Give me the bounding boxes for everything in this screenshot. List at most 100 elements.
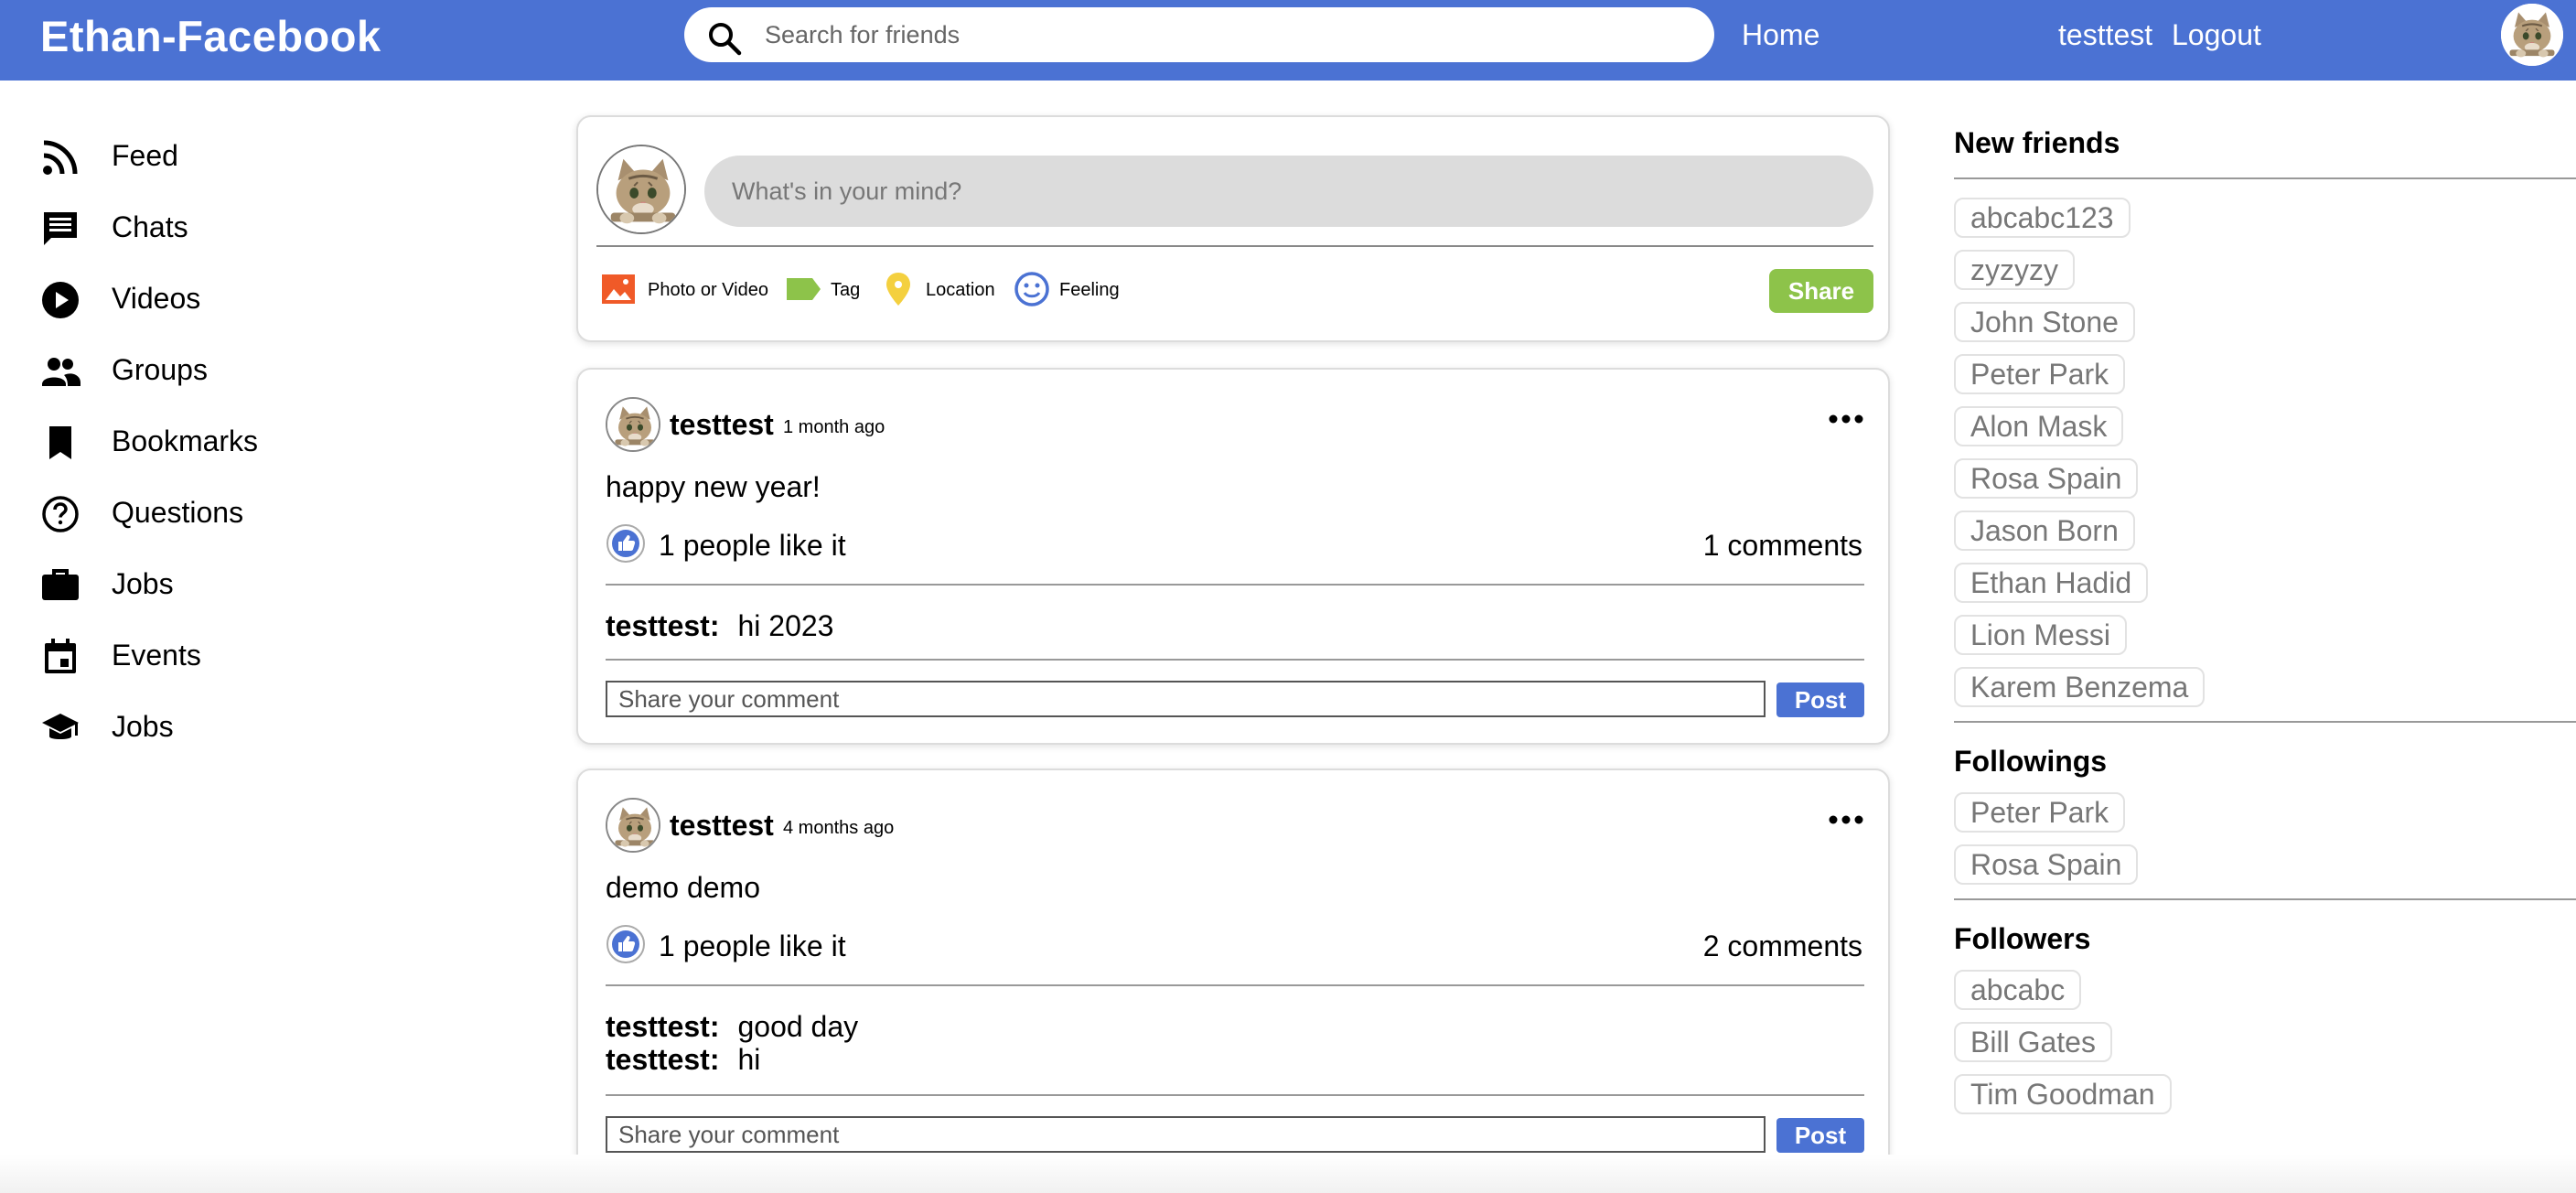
play-circle-icon bbox=[42, 282, 79, 318]
like-icon[interactable] bbox=[606, 523, 646, 564]
following-chip[interactable]: Rosa Spain bbox=[1954, 844, 2139, 885]
divider bbox=[606, 1094, 1864, 1096]
following-chip[interactable]: Peter Park bbox=[1954, 792, 2126, 833]
location-option[interactable]: Location bbox=[880, 271, 999, 311]
status-field[interactable] bbox=[704, 156, 1873, 227]
more-options-icon[interactable] bbox=[1828, 410, 1864, 428]
search-input[interactable] bbox=[765, 18, 1680, 51]
new-friend-chip[interactable]: abcabc123 bbox=[1954, 198, 2131, 238]
sidebar-item-label: Jobs bbox=[112, 710, 174, 743]
follower-chip[interactable]: abcabc bbox=[1954, 970, 2082, 1010]
sidebar-item-chats[interactable]: Chats bbox=[40, 199, 479, 254]
comment-text: hi 2023 bbox=[737, 609, 834, 642]
photo-video-option[interactable]: Photo or Video bbox=[600, 271, 774, 311]
cat-avatar-icon bbox=[2501, 4, 2563, 66]
divider bbox=[606, 584, 1864, 586]
post-comment-button[interactable]: Post bbox=[1776, 1118, 1864, 1153]
cat-avatar-icon bbox=[607, 800, 660, 853]
new-friend-chip[interactable]: John Stone bbox=[1954, 302, 2135, 342]
followers-heading: Followers bbox=[1954, 922, 2091, 955]
sidebar-item-jobs[interactable]: Jobs bbox=[40, 556, 479, 611]
sidebar-item-label: Events bbox=[112, 639, 201, 672]
group-icon bbox=[42, 358, 80, 386]
new-friend-chip[interactable]: Ethan Hadid bbox=[1954, 563, 2149, 603]
divider bbox=[1954, 898, 2576, 900]
chat-icon bbox=[44, 212, 77, 245]
option-label: Feeling bbox=[1059, 280, 1120, 300]
sidebar-item-questions[interactable]: Questions bbox=[40, 485, 479, 540]
option-label: Location bbox=[926, 280, 995, 300]
post-text: demo demo bbox=[606, 871, 760, 904]
new-friend-chip[interactable]: Karem Benzema bbox=[1954, 667, 2206, 707]
briefcase-icon bbox=[42, 569, 79, 600]
sidebar-item-label: Groups bbox=[112, 353, 208, 386]
post-author-avatar[interactable] bbox=[606, 798, 660, 853]
post-text: happy new year! bbox=[606, 470, 821, 503]
sidebar-item-feed[interactable]: Feed bbox=[40, 128, 479, 183]
option-label: Photo or Video bbox=[648, 280, 768, 300]
sidebar-item-videos[interactable]: Videos bbox=[40, 271, 479, 326]
sidebar-item-events[interactable]: Events bbox=[40, 628, 479, 682]
more-options-icon[interactable] bbox=[1828, 811, 1864, 829]
sidebar-item-groups[interactable]: Groups bbox=[40, 342, 479, 397]
comment-count[interactable]: 2 comments bbox=[1703, 930, 1862, 963]
post-comment-button[interactable]: Post bbox=[1776, 682, 1864, 717]
new-friend-chip[interactable]: Peter Park bbox=[1954, 354, 2126, 394]
comment-author: testtest: bbox=[606, 609, 720, 642]
comment: testtest: hi bbox=[606, 1043, 760, 1077]
post-time: 1 month ago bbox=[783, 417, 886, 437]
sidebar-item-label: Bookmarks bbox=[112, 425, 259, 457]
followings-heading: Followings bbox=[1954, 745, 2108, 778]
option-label: Tag bbox=[831, 280, 861, 300]
share-button[interactable]: Share bbox=[1769, 269, 1873, 313]
new-friend-chip[interactable]: Jason Born bbox=[1954, 511, 2135, 551]
search-icon bbox=[709, 23, 742, 56]
divider bbox=[596, 245, 1873, 247]
comment-author: testtest: bbox=[606, 1010, 720, 1043]
bookmark-icon bbox=[49, 426, 71, 459]
like-icon[interactable] bbox=[606, 924, 646, 964]
sidebar-item-label: Jobs bbox=[112, 567, 174, 600]
tag-option[interactable]: Tag bbox=[785, 271, 867, 311]
new-friend-chip[interactable]: Lion Messi bbox=[1954, 615, 2127, 655]
new-friends-heading: New friends bbox=[1954, 126, 2120, 159]
post-author-avatar[interactable] bbox=[606, 397, 660, 452]
comment-text: hi bbox=[737, 1043, 761, 1076]
new-friend-chip[interactable]: Alon Mask bbox=[1954, 406, 2124, 446]
divider bbox=[606, 984, 1864, 986]
post-card: testtest 4 months ago demo demo 1 people… bbox=[576, 768, 1890, 1180]
search-bar[interactable] bbox=[684, 7, 1714, 62]
home-link[interactable]: Home bbox=[1742, 18, 1819, 52]
sidebar-item-label: Feed bbox=[112, 139, 178, 172]
follower-chip[interactable]: Tim Goodman bbox=[1954, 1074, 2172, 1114]
sidebar-item-label: Chats bbox=[112, 210, 188, 243]
username-link[interactable]: testtest bbox=[2058, 18, 2152, 52]
post-author[interactable]: testtest bbox=[670, 408, 774, 442]
divider bbox=[1954, 721, 2576, 723]
comment: testtest: good day bbox=[606, 1010, 858, 1044]
cat-avatar-icon bbox=[607, 399, 660, 452]
sidebar-item-jobs-2[interactable]: Jobs bbox=[40, 699, 479, 754]
bottom-fade bbox=[0, 1155, 2576, 1193]
feeling-option[interactable]: Feeling bbox=[1014, 271, 1132, 311]
comment-count[interactable]: 1 comments bbox=[1703, 529, 1862, 563]
comment-input[interactable] bbox=[606, 1116, 1766, 1153]
profile-avatar[interactable] bbox=[2501, 4, 2563, 66]
divider bbox=[606, 659, 1864, 661]
post-card: testtest 1 month ago happy new year! 1 p… bbox=[576, 368, 1890, 745]
like-count: 1 people like it bbox=[659, 529, 846, 562]
sidebar-item-bookmarks[interactable]: Bookmarks bbox=[40, 414, 479, 468]
comment-text: good day bbox=[737, 1010, 859, 1043]
composer-avatar bbox=[596, 145, 686, 234]
sidebar-item-label: Videos bbox=[112, 282, 201, 315]
comment-input[interactable] bbox=[606, 681, 1766, 717]
post-time: 4 months ago bbox=[783, 818, 895, 838]
status-input[interactable] bbox=[732, 174, 1830, 209]
rss-icon bbox=[43, 140, 78, 175]
logout-link[interactable]: Logout bbox=[2172, 18, 2261, 52]
new-friend-chip[interactable]: Rosa Spain bbox=[1954, 458, 2139, 499]
post-author[interactable]: testtest bbox=[670, 809, 774, 843]
follower-chip[interactable]: Bill Gates bbox=[1954, 1022, 2112, 1062]
brand-logo[interactable]: Ethan-Facebook bbox=[40, 11, 381, 61]
new-friend-chip[interactable]: zyzyzy bbox=[1954, 250, 2075, 290]
